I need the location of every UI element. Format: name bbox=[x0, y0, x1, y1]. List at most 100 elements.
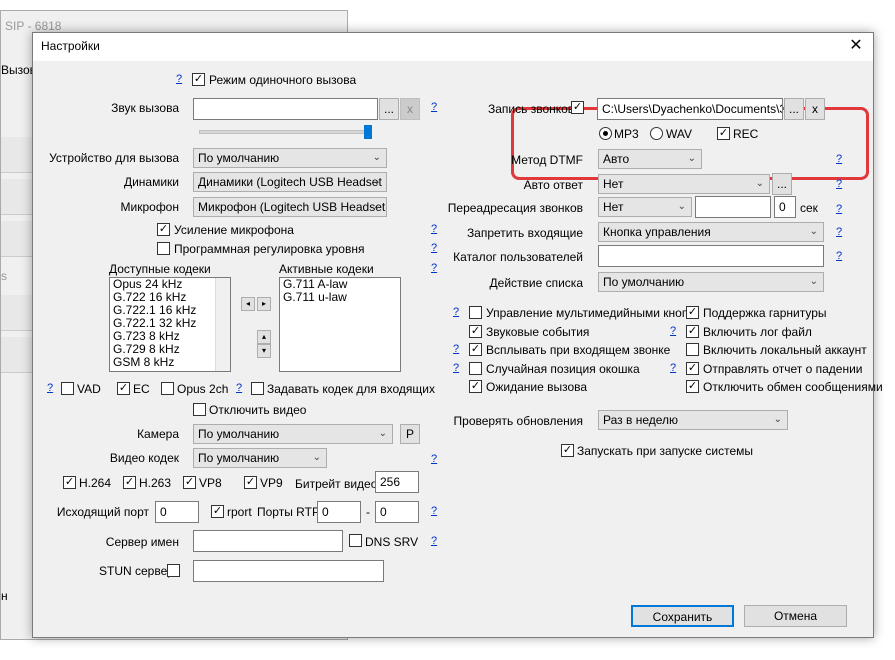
dialog-title: Настройки bbox=[41, 39, 100, 53]
help-link[interactable]: ? bbox=[836, 226, 842, 238]
available-codecs-label: Доступные кодеки bbox=[109, 262, 211, 276]
name-server-label: Сервер имен bbox=[105, 535, 179, 549]
autostart-label: Запускать при запуске системы bbox=[577, 444, 754, 458]
option-checkbox[interactable]: ✓ bbox=[469, 343, 482, 356]
ring-sound-browse-button[interactable]: ... bbox=[379, 98, 399, 120]
chevron-down-icon: ⌄ bbox=[677, 201, 686, 212]
ring-sound-input[interactable] bbox=[193, 98, 378, 120]
autostart-checkbox[interactable]: ✓ bbox=[561, 444, 574, 457]
active-codecs-list[interactable]: G.711 A-law G.711 u-law bbox=[279, 277, 401, 372]
option-label: Управление мультимедийными кнопк bbox=[486, 306, 691, 320]
mic-boost-checkbox[interactable]: ✓ bbox=[157, 223, 170, 236]
vad-checkbox[interactable] bbox=[61, 382, 74, 395]
vp9-checkbox[interactable]: ✓ bbox=[244, 476, 257, 489]
camera-preview-button[interactable]: P bbox=[400, 424, 420, 444]
set-codec-incoming-checkbox[interactable] bbox=[251, 382, 264, 395]
available-codecs-list[interactable]: Opus 24 kHz G.722 16 kHz G.722.1 16 kHz G.7… bbox=[109, 277, 231, 372]
option-checkbox[interactable]: ✓ bbox=[469, 380, 482, 393]
cancel-button[interactable]: Отмена bbox=[744, 605, 847, 627]
help-link[interactable]: ? bbox=[453, 306, 459, 318]
codec-list-item[interactable]: G.711 u-law bbox=[280, 291, 400, 304]
name-server-input[interactable] bbox=[193, 530, 343, 552]
wav-radio[interactable] bbox=[650, 127, 663, 140]
option-checkbox[interactable]: ✓ bbox=[686, 380, 699, 393]
record-path-input[interactable]: C:\Users\Dyachenko\Documents\Зап bbox=[597, 98, 783, 120]
help-link[interactable]: ? bbox=[47, 382, 53, 394]
outgoing-port-input[interactable]: 0 bbox=[155, 501, 199, 523]
dns-srv-checkbox[interactable] bbox=[349, 534, 362, 547]
list-action-select[interactable]: По умолчанию ⌄ bbox=[598, 272, 824, 292]
ring-sound-clear-button[interactable]: x bbox=[400, 98, 420, 120]
codec-add-button[interactable]: ▸ bbox=[257, 297, 271, 311]
codec-up-button[interactable]: ▴ bbox=[257, 330, 271, 344]
forward-delay-input[interactable]: 0 bbox=[774, 196, 796, 218]
rport-checkbox[interactable]: ✓ bbox=[211, 505, 224, 518]
codec-down-button[interactable]: ▾ bbox=[257, 344, 271, 358]
rtp-port-from-input[interactable]: 0 bbox=[317, 501, 361, 523]
help-link[interactable]: ? bbox=[836, 153, 842, 165]
record-path-clear-button[interactable]: x bbox=[805, 98, 825, 120]
speakers-select[interactable]: Динамики (Logitech USB Headset ⌄ bbox=[193, 172, 387, 192]
option-label: Всплывать при входящем звонке bbox=[486, 343, 671, 357]
help-link[interactable]: ? bbox=[836, 250, 842, 262]
save-button[interactable]: Сохранить bbox=[631, 605, 734, 627]
call-device-select[interactable]: По умолчанию ⌄ bbox=[193, 148, 387, 168]
call-forward-number-input[interactable] bbox=[695, 196, 771, 218]
codec-list-item[interactable]: GSM 8 kHz bbox=[110, 356, 230, 369]
call-recording-checkbox[interactable]: ✓ bbox=[571, 101, 584, 114]
volume-slider[interactable] bbox=[199, 130, 369, 134]
opus2ch-label: Opus 2ch bbox=[177, 382, 229, 396]
help-link[interactable]: ? bbox=[836, 203, 842, 215]
check-updates-select[interactable]: Раз в неделю ⌄ bbox=[598, 410, 788, 430]
help-link[interactable]: ? bbox=[431, 101, 437, 113]
help-link[interactable]: ? bbox=[176, 73, 182, 85]
help-link[interactable]: ? bbox=[836, 178, 842, 190]
software-level-checkbox[interactable] bbox=[157, 242, 170, 255]
rec-label: REC bbox=[733, 127, 759, 141]
rec-checkbox[interactable]: ✓ bbox=[717, 127, 730, 140]
h263-checkbox[interactable]: ✓ bbox=[123, 476, 136, 489]
call-forward-select[interactable]: Нет ⌄ bbox=[598, 197, 692, 217]
vp8-checkbox[interactable]: ✓ bbox=[183, 476, 196, 489]
option-checkbox[interactable]: ✓ bbox=[686, 306, 699, 319]
stun-server-input[interactable] bbox=[193, 560, 384, 582]
help-link[interactable]: ? bbox=[453, 362, 459, 374]
auto-answer-select[interactable]: Нет ⌄ bbox=[598, 174, 770, 194]
rtp-port-to-input[interactable]: 0 bbox=[375, 501, 419, 523]
dtmf-method-select[interactable]: Авто ⌄ bbox=[598, 149, 702, 169]
h264-checkbox[interactable]: ✓ bbox=[63, 476, 76, 489]
single-call-checkbox[interactable]: ✓ bbox=[192, 73, 205, 86]
user-catalog-input[interactable] bbox=[598, 245, 824, 267]
option-checkbox[interactable] bbox=[469, 306, 482, 319]
mp3-radio[interactable] bbox=[599, 127, 612, 140]
auto-answer-options-button[interactable]: ... bbox=[772, 173, 792, 195]
disable-video-checkbox[interactable] bbox=[193, 403, 206, 416]
video-codec-select[interactable]: По умолчанию ⌄ bbox=[193, 448, 327, 468]
call-device-label: Устройство для вызова bbox=[49, 151, 179, 165]
ec-checkbox[interactable]: ✓ bbox=[117, 382, 130, 395]
scrollbar[interactable] bbox=[215, 278, 230, 371]
help-link[interactable]: ? bbox=[453, 343, 459, 355]
opus2ch-checkbox[interactable] bbox=[161, 382, 174, 395]
option-checkbox[interactable]: ✓ bbox=[686, 362, 699, 375]
help-link[interactable]: ? bbox=[431, 505, 437, 517]
video-bitrate-input[interactable]: 256 bbox=[375, 471, 419, 493]
chevron-down-icon: ⌄ bbox=[687, 153, 696, 164]
close-button[interactable]: ✕ bbox=[847, 37, 865, 55]
codec-remove-button[interactable]: ◂ bbox=[241, 297, 255, 311]
option-checkbox[interactable]: ✓ bbox=[686, 325, 699, 338]
help-link[interactable]: ? bbox=[236, 382, 242, 394]
list-action-label: Действие списка bbox=[489, 276, 583, 290]
option-checkbox[interactable] bbox=[686, 343, 699, 356]
volume-slider-thumb[interactable] bbox=[364, 125, 372, 139]
stun-server-checkbox[interactable] bbox=[167, 564, 180, 577]
camera-select[interactable]: По умолчанию ⌄ bbox=[193, 424, 393, 444]
chevron-down-icon: ⌄ bbox=[773, 414, 782, 425]
option-checkbox[interactable]: ✓ bbox=[469, 325, 482, 338]
block-incoming-select[interactable]: Кнопка управления ⌄ bbox=[598, 222, 824, 242]
option-checkbox[interactable] bbox=[469, 362, 482, 375]
microphone-select[interactable]: Микрофон (Logitech USB Headset ⌄ bbox=[193, 197, 387, 217]
help-link[interactable]: ? bbox=[431, 453, 437, 465]
help-link[interactable]: ? bbox=[431, 535, 437, 547]
record-path-browse-button[interactable]: ... bbox=[784, 98, 804, 120]
